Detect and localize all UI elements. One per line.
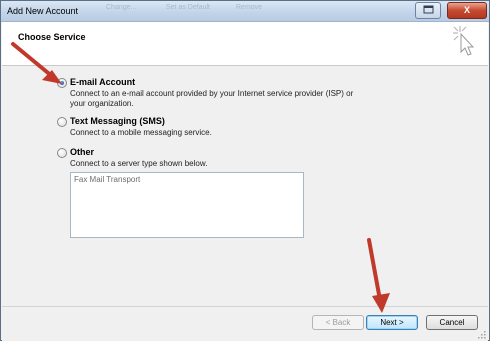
radio-email-account[interactable]	[57, 78, 67, 88]
dialog-footer: < Back Next > Cancel	[2, 306, 488, 341]
server-type-list[interactable]: Fax Mail Transport	[70, 172, 304, 238]
background-toolbar-set-default: Set as Default	[166, 4, 210, 11]
close-button[interactable]: X	[447, 2, 487, 19]
sparkle-cursor-icon	[453, 26, 475, 56]
background-toolbar-remove: Remove	[236, 4, 263, 11]
list-item[interactable]: Fax Mail Transport	[74, 175, 140, 184]
cancel-button[interactable]: Cancel	[426, 315, 478, 330]
minimize-button[interactable]	[415, 2, 441, 19]
title-bar: Add New Account Change... Set as Default…	[1, 1, 489, 22]
option-label: E-mail Account	[70, 77, 136, 87]
service-options: E-mail Account Connect to an e-mail acco…	[2, 66, 488, 306]
option-description: Connect to an e-mail account provided by…	[70, 89, 354, 108]
back-button[interactable]: < Back	[312, 315, 364, 330]
option-label: Text Messaging (SMS)	[70, 116, 165, 126]
page-title: Choose Service	[18, 32, 86, 42]
dialog-header: Choose Service	[2, 22, 488, 66]
option-description: Connect to a mobile messaging service.	[70, 128, 212, 137]
radio-text-messaging[interactable]	[57, 117, 67, 127]
window-title: Add New Account	[7, 6, 79, 16]
window-icon	[423, 5, 434, 14]
option-label: Other	[70, 147, 95, 157]
next-button[interactable]: Next >	[366, 315, 418, 330]
add-new-account-dialog: Add New Account Change... Set as Default…	[0, 0, 490, 341]
radio-other[interactable]	[57, 148, 67, 158]
background-toolbar-change: Change...	[106, 4, 137, 11]
option-description: Connect to a server type shown below.	[70, 159, 208, 168]
resize-grip-icon[interactable]	[478, 331, 486, 339]
